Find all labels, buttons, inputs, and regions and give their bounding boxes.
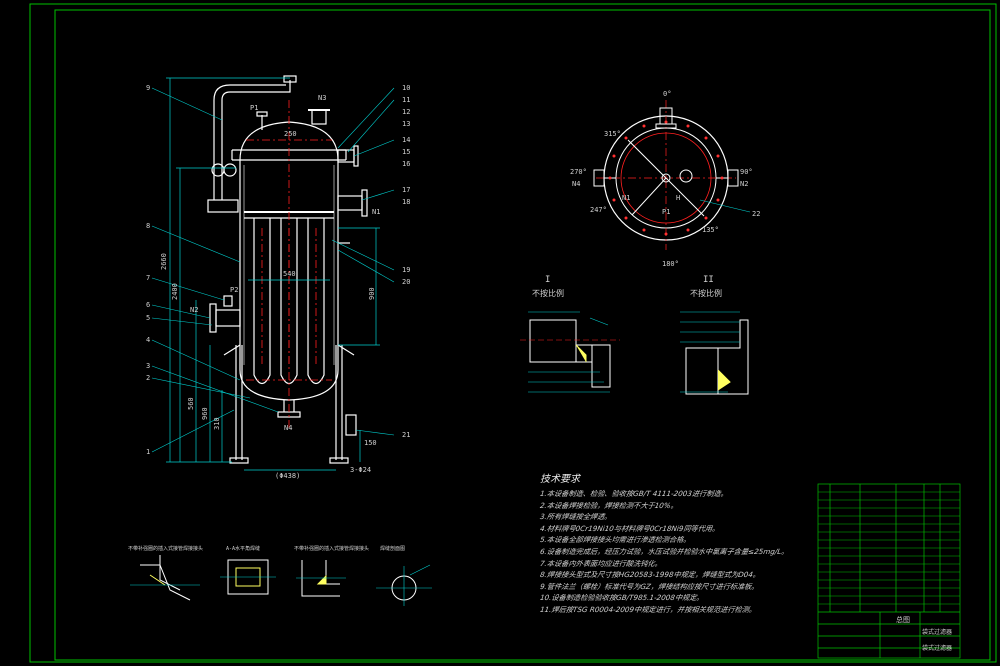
label-n4: N4: [284, 424, 292, 432]
section-i-title: I: [545, 275, 550, 285]
dim-540: 540: [283, 270, 296, 278]
orientation-plan: [593, 100, 751, 250]
leader-22: 22: [752, 210, 760, 218]
weld-detail-2: [220, 559, 276, 595]
note-item: 1.本设备制造、检验、验收按GB/T 4111-2003进行制造。: [539, 489, 729, 498]
note-item: 5.本设备全部焊接接头均需进行渗透检测合格。: [539, 535, 692, 545]
weld-title-2: A-A水平角焊缝: [226, 545, 260, 552]
title-drawing-name: 总图: [896, 615, 910, 624]
leader-17: 17: [402, 186, 410, 194]
dim-250: 250: [284, 130, 297, 138]
angle-0: 0°: [663, 90, 671, 98]
leader-8: 8: [146, 222, 150, 230]
orient-p1: P1: [662, 208, 670, 216]
dim-438: (Φ438): [275, 472, 300, 480]
weld-detail-4: [376, 564, 432, 606]
leader-9: 9: [146, 84, 150, 92]
note-item: 4.材料牌号0Cr19Ni10与材料牌号0Cr18Ni9同等代用。: [539, 523, 721, 533]
leader-15: 15: [402, 148, 410, 156]
leader-3: 3: [146, 362, 150, 370]
angle-270: 270°: [570, 168, 587, 176]
dim-310: 310: [213, 417, 221, 430]
leader-10: 10: [402, 84, 410, 92]
leader-6: 6: [146, 301, 150, 309]
leader-12: 12: [402, 108, 410, 116]
orient-n1: N1: [622, 194, 630, 202]
angle-180: 180°: [662, 260, 679, 268]
cad-drawing: P1 N3 P2 N2 N4 N1 2660 2400 900 560 960 …: [29, 3, 997, 663]
section-ii-title: II: [703, 275, 714, 285]
weld-detail-3: [296, 560, 346, 597]
note-item: 2.本设备焊接检验，焊接检测不大于10%。: [539, 500, 679, 510]
label-p1: P1: [250, 104, 258, 112]
weld-detail-1: [130, 555, 200, 601]
leader-7: 7: [146, 274, 150, 282]
angle-247: 247°: [590, 206, 607, 214]
leader-20: 20: [402, 278, 410, 286]
orient-n4: N4: [572, 180, 580, 188]
note-item: 8.焊接接头型式及尺寸按HG20583-1998中规定，焊缝型式为D04。: [539, 570, 761, 580]
label-n3: N3: [318, 94, 326, 102]
dim-150: 150: [364, 439, 377, 447]
dimension-lines: [166, 77, 380, 471]
leader-19: 19: [402, 266, 410, 274]
section-detail-i: [520, 311, 620, 393]
leader-21: 21: [402, 431, 410, 439]
leader-1: 1: [146, 448, 150, 456]
dim-2660: 2660: [160, 253, 168, 270]
note-item: 6.设备制造完成后，经压力试验，水压试验并检验水中氯离子含量≤25mg/L。: [539, 546, 790, 556]
leader-14: 14: [402, 136, 410, 144]
label-n2: N2: [190, 306, 198, 314]
angle-135: 135°: [702, 226, 719, 234]
title-main: 袋式过滤器: [922, 628, 952, 636]
orient-n2: N2: [740, 180, 748, 188]
leader-13: 13: [402, 120, 410, 128]
section-ii-subtitle: 不按比例: [690, 288, 722, 298]
weld-title-3: 不带补强圈的插入式接管焊接接头: [294, 545, 369, 552]
notes-title: 技术要求: [540, 474, 580, 485]
dim-2400: 2400: [171, 283, 179, 300]
dim-560: 560: [187, 397, 195, 410]
leader-11: 11: [402, 96, 410, 104]
outer-frame: [29, 3, 997, 663]
leader-2: 2: [146, 374, 150, 382]
parts-list-rows: [818, 491, 960, 605]
note-item: 9.管件法兰（螺栓）标准代号为GZ，焊接结构应按尺寸进行标准板。: [539, 581, 760, 591]
section-i-subtitle: 不按比例: [532, 288, 564, 298]
title-sub: 袋式过滤器: [922, 644, 952, 652]
label-p2: P2: [230, 286, 238, 294]
dim-960: 960: [201, 407, 209, 420]
technical-notes: 技术要求 1.本设备制造、检验、验收按GB/T 4111-2003进行制造。 2…: [539, 470, 810, 616]
section-detail-ii: [680, 311, 749, 395]
leader-18: 18: [402, 198, 410, 206]
leader-4: 4: [146, 336, 150, 344]
weld-title-4: 焊缝剖面图: [380, 545, 405, 552]
note-item: 10.设备制造检验验收按GB/T985.1-2008中规定。: [539, 593, 705, 603]
angle-90: 90°: [740, 168, 753, 176]
label-n1: N1: [372, 208, 380, 216]
note-item: 7.本设备内外表面均应进行酸洗钝化。: [539, 558, 663, 568]
weld-details: [130, 555, 432, 606]
leader-5: 5: [146, 314, 150, 322]
orient-h: H: [676, 194, 680, 202]
weld-title-1: 不带补强圈的插入式接管焊接接头: [128, 545, 203, 552]
dim-3-24: 3-Φ24: [350, 466, 371, 474]
leader-16: 16: [402, 160, 410, 168]
angle-315: 315°: [604, 130, 621, 138]
dim-900: 900: [368, 287, 376, 300]
note-item: 3.所有焊缝按全焊透。: [539, 512, 613, 522]
note-item: 11.焊后按TSG R0004-2009中规定进行，并按相关规范进行检测。: [539, 604, 757, 614]
